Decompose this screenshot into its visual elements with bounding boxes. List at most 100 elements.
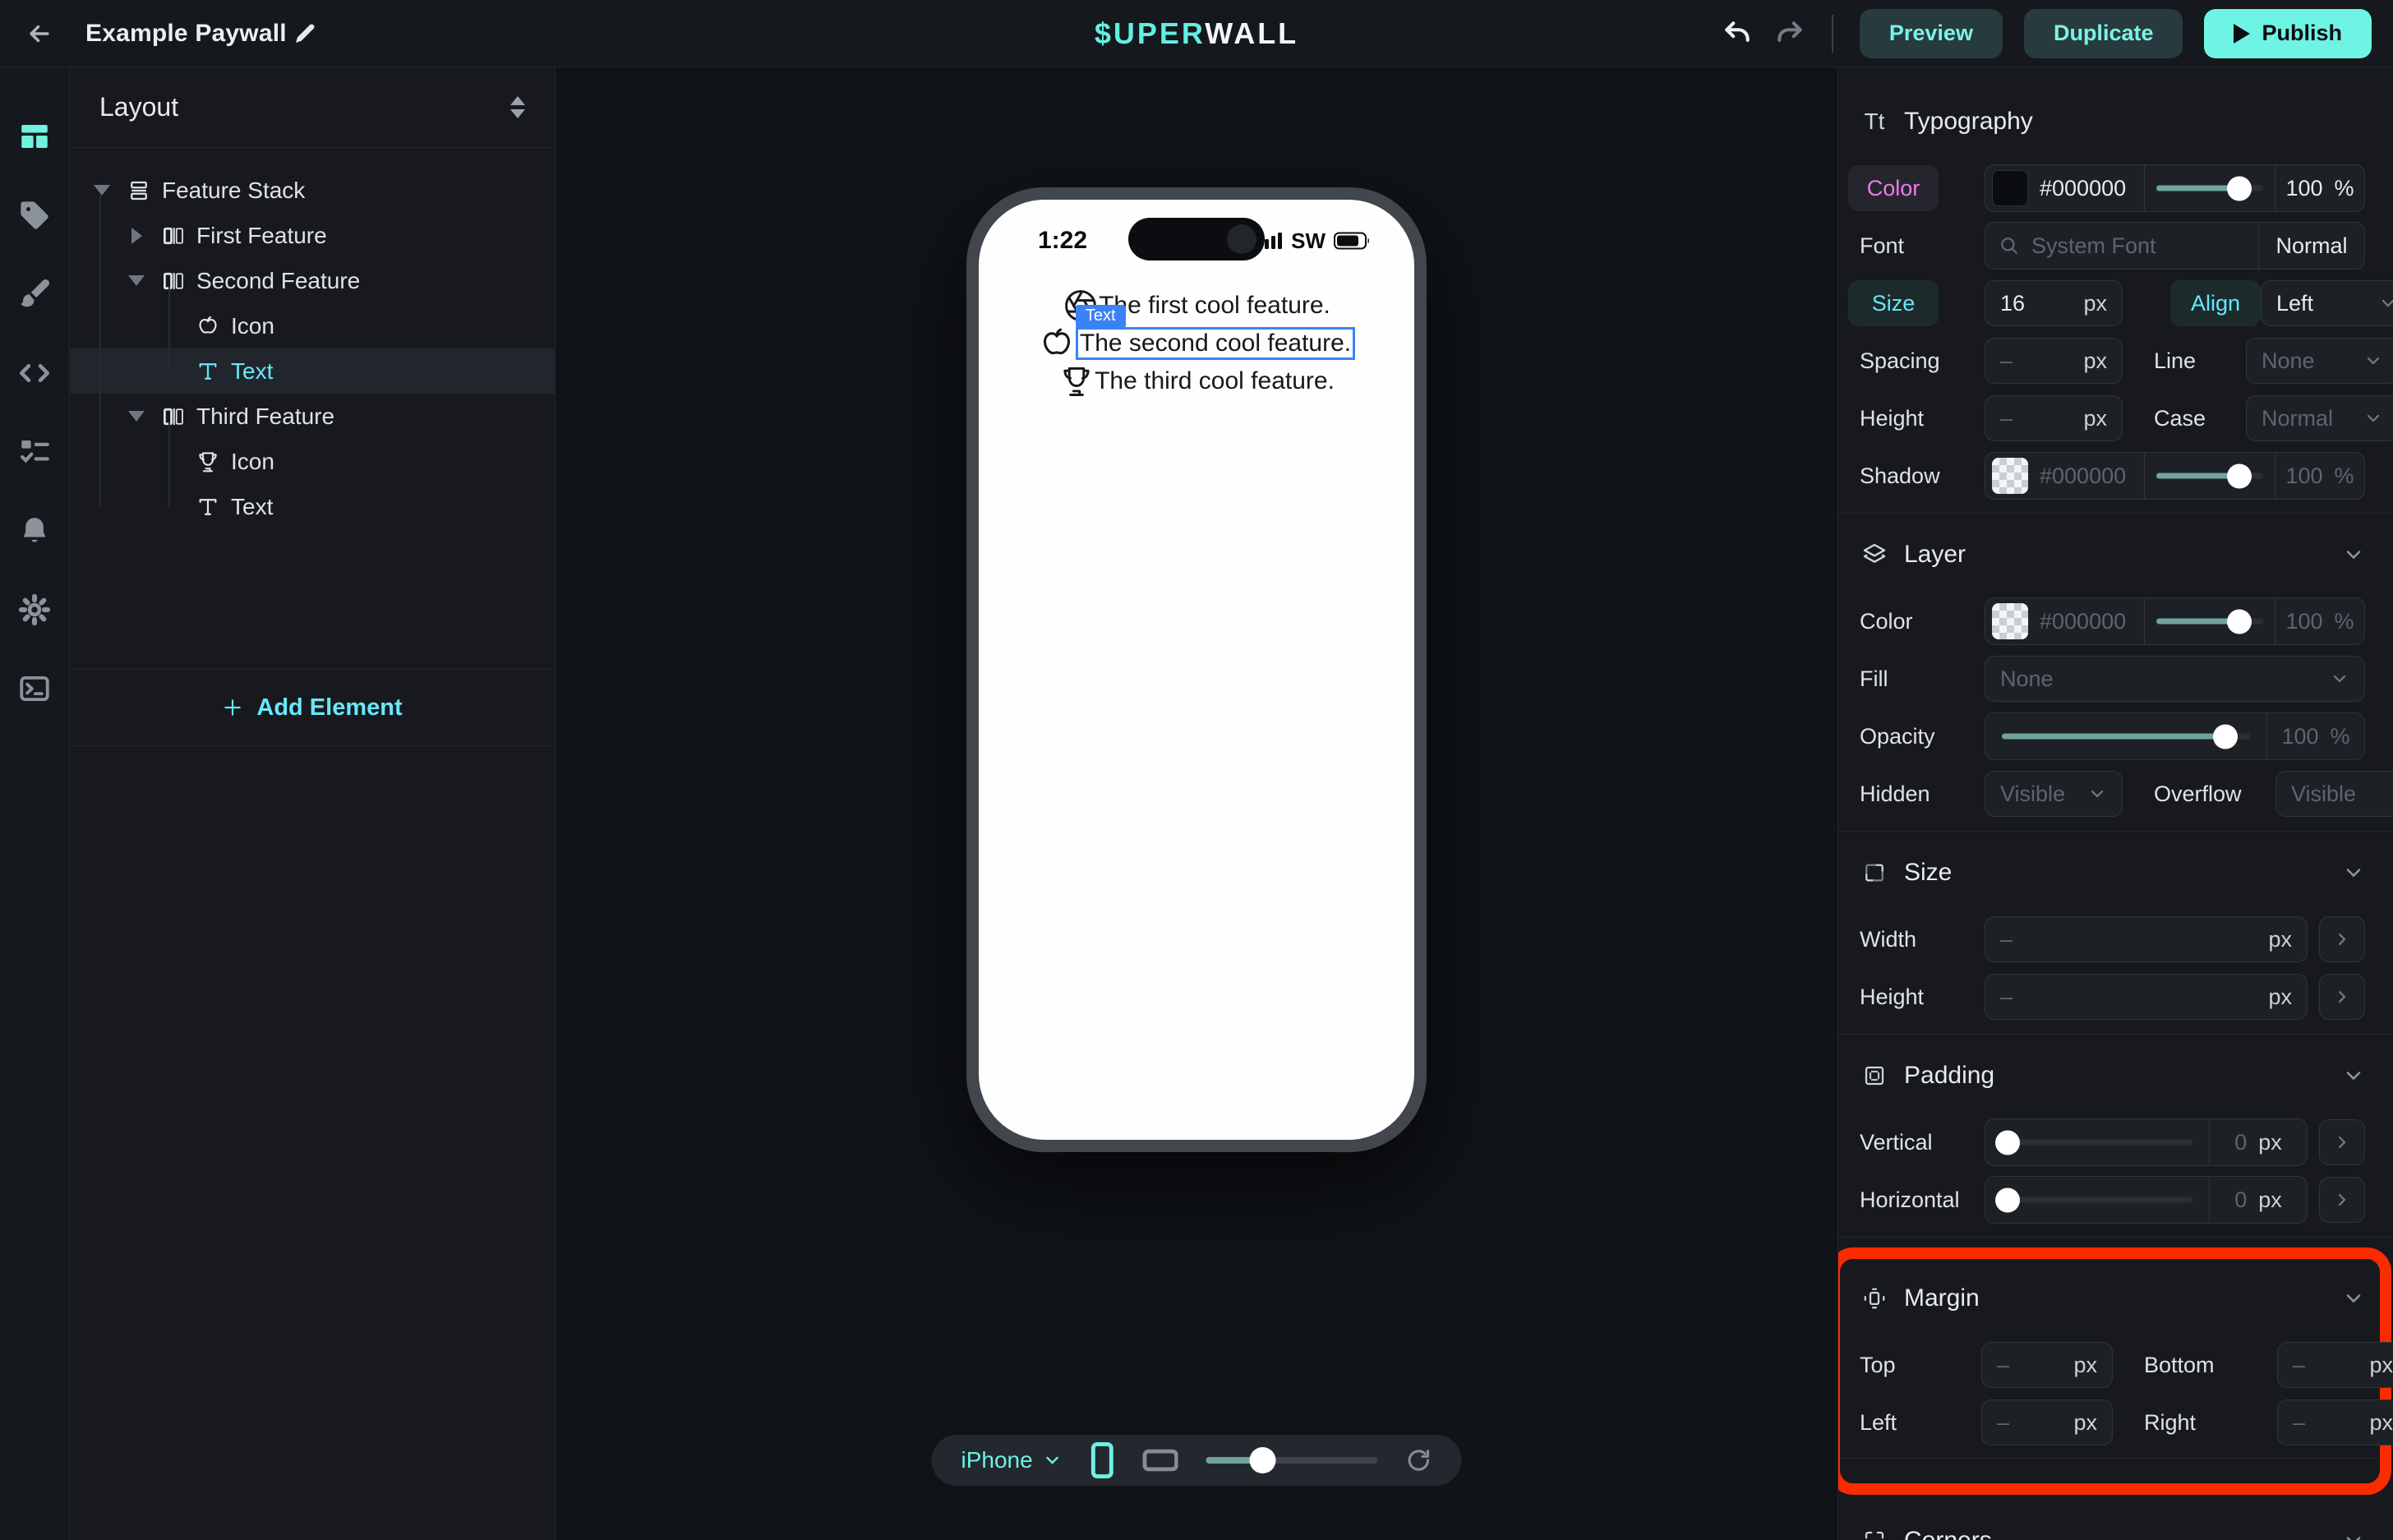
hidden-select[interactable]: Visible [1985, 771, 2123, 817]
overflow-select[interactable]: Visible [2275, 771, 2393, 817]
zoom-slider-knob[interactable] [1250, 1447, 1276, 1473]
padding-horizontal-slider[interactable] [1985, 1177, 2209, 1223]
opacity-slider[interactable] [1985, 713, 2266, 759]
device-select[interactable]: iPhone [961, 1447, 1063, 1473]
rail-theme-button[interactable] [16, 276, 53, 312]
chevron-down-icon [2378, 293, 2393, 313]
layer-color-opacity-value[interactable]: 100% [2275, 609, 2364, 634]
caret-expanded-icon[interactable] [122, 411, 150, 422]
padding-vertical-options-button[interactable] [2319, 1119, 2365, 1165]
shadow-opacity-value[interactable]: 100% [2275, 463, 2364, 489]
layer-header[interactable]: Layer [1860, 533, 2365, 576]
padding-vertical-value[interactable]: 0px [2210, 1130, 2307, 1155]
color-mode-toggle[interactable]: Color [1848, 165, 1939, 211]
font-style-select[interactable]: Normal [2259, 233, 2364, 259]
chevron-down-icon[interactable] [2342, 543, 2365, 566]
add-element-button[interactable]: Add Element [70, 670, 555, 745]
padding-horizontal-value[interactable]: 0px [2210, 1187, 2307, 1213]
padding-horizontal-options-button[interactable] [2319, 1177, 2365, 1223]
edit-title-button[interactable] [293, 22, 316, 45]
duplicate-button[interactable]: Duplicate [2024, 9, 2183, 58]
tree-item-second-text[interactable]: Text [70, 348, 555, 394]
color-hex-value[interactable]: #000000 [2040, 176, 2126, 201]
zoom-slider[interactable] [1206, 1457, 1378, 1464]
case-select[interactable]: Normal [2246, 395, 2393, 441]
chevron-down-icon[interactable] [2342, 1287, 2365, 1310]
font-search-input[interactable]: System Font [1985, 233, 2258, 259]
layer-color-swatch[interactable] [1992, 603, 2028, 639]
color-opacity-slider[interactable] [2145, 164, 2275, 212]
chevron-down-icon[interactable] [2342, 1064, 2365, 1087]
margin-header[interactable]: Margin [1860, 1277, 2365, 1320]
margin-right-label: Right [2113, 1410, 2277, 1436]
line-select[interactable]: None [2246, 338, 2393, 384]
margin-top-input[interactable]: – px [1981, 1342, 2113, 1388]
letter-spacing-input[interactable]: – px [1985, 338, 2123, 384]
corners-header[interactable]: Corners [1860, 1519, 2365, 1540]
margin-right-input[interactable]: – px [2277, 1399, 2393, 1445]
caret-collapsed-icon[interactable] [122, 228, 150, 244]
feature-text-selected[interactable]: The second cool feature. [1076, 327, 1355, 360]
size-section: Size Width – px Height – [1860, 832, 2365, 1035]
sort-toggle[interactable] [510, 96, 525, 118]
shadow-hex-value[interactable]: #000000 [2040, 463, 2126, 489]
font-size-input[interactable]: 16 px [1985, 280, 2123, 326]
tree-item-first-feature[interactable]: First Feature [70, 213, 555, 258]
color-opacity-value[interactable]: 100% [2275, 176, 2364, 201]
opacity-row: Opacity 100% [1860, 712, 2365, 760]
tree-item-third-icon[interactable]: Icon [70, 439, 555, 484]
tree-item-second-feature[interactable]: Second Feature [70, 258, 555, 303]
rail-products-button[interactable] [16, 197, 53, 233]
chevron-down-icon[interactable] [2342, 1529, 2365, 1540]
rail-notifications-button[interactable] [16, 513, 53, 549]
rail-checklist-button[interactable] [16, 434, 53, 470]
opacity-value[interactable]: 100% [2267, 724, 2364, 749]
redo-button[interactable] [1774, 18, 1805, 49]
height-options-button[interactable] [2319, 974, 2365, 1020]
width-options-button[interactable] [2319, 916, 2365, 962]
shadow-color-swatch[interactable] [1992, 458, 2028, 494]
canvas[interactable]: 1:22 SW The first cool feature. [556, 67, 1837, 1540]
landscape-orientation-icon[interactable] [1142, 1448, 1178, 1473]
layer-color-opacity-slider[interactable] [2145, 597, 2275, 645]
height-input[interactable]: – px [1985, 974, 2308, 1020]
fill-select[interactable]: None [1985, 656, 2365, 702]
tree-item-second-icon[interactable]: Icon [70, 303, 555, 348]
padding-vertical-slider[interactable] [1985, 1119, 2209, 1165]
tree-item-label: Feature Stack [162, 178, 305, 204]
tree-item-third-text[interactable]: Text [70, 484, 555, 529]
tree-item-third-feature[interactable]: Third Feature [70, 394, 555, 439]
publish-button[interactable]: Publish [2204, 9, 2372, 58]
size-mode-toggle[interactable]: Size [1848, 280, 1939, 326]
shadow-opacity-slider[interactable] [2145, 452, 2275, 500]
size-header[interactable]: Size [1860, 851, 2365, 894]
caret-expanded-icon[interactable] [88, 185, 116, 196]
rail-console-button[interactable] [16, 671, 53, 707]
margin-bottom-input[interactable]: – px [2277, 1342, 2393, 1388]
feature-row-3[interactable]: The third cool feature. [1058, 362, 1335, 400]
tree-item-feature-stack[interactable]: Feature Stack [70, 168, 555, 213]
chevron-down-icon[interactable] [2342, 861, 2365, 884]
portrait-orientation-icon[interactable] [1090, 1442, 1115, 1478]
width-input[interactable]: – px [1985, 916, 2308, 962]
refresh-icon[interactable] [1406, 1447, 1432, 1473]
page-title: Example Paywall [85, 20, 287, 48]
tree-item-label: Icon [231, 313, 274, 339]
layer-color-hex[interactable]: #000000 [2040, 609, 2126, 634]
color-swatch[interactable] [1992, 170, 2028, 206]
phone-screen[interactable]: 1:22 SW The first cool feature. [979, 200, 1414, 1140]
feature-row-2[interactable]: Text The second cool feature. [1038, 325, 1355, 362]
undo-button[interactable] [1722, 18, 1753, 49]
back-button[interactable] [21, 16, 58, 52]
padding-header[interactable]: Padding [1860, 1054, 2365, 1097]
align-select[interactable]: Left [2261, 280, 2393, 326]
rail-code-button[interactable] [16, 355, 53, 391]
rail-settings-button[interactable] [16, 592, 53, 628]
align-mode-toggle[interactable]: Align [2170, 280, 2261, 326]
caret-expanded-icon[interactable] [122, 275, 150, 286]
rail-layout-button[interactable] [16, 118, 53, 154]
preview-button[interactable]: Preview [1860, 9, 2003, 58]
margin-left-input[interactable]: – px [1981, 1399, 2113, 1445]
typography-header[interactable]: Tt Typography [1860, 100, 2365, 143]
line-height-input[interactable]: – px [1985, 395, 2123, 441]
